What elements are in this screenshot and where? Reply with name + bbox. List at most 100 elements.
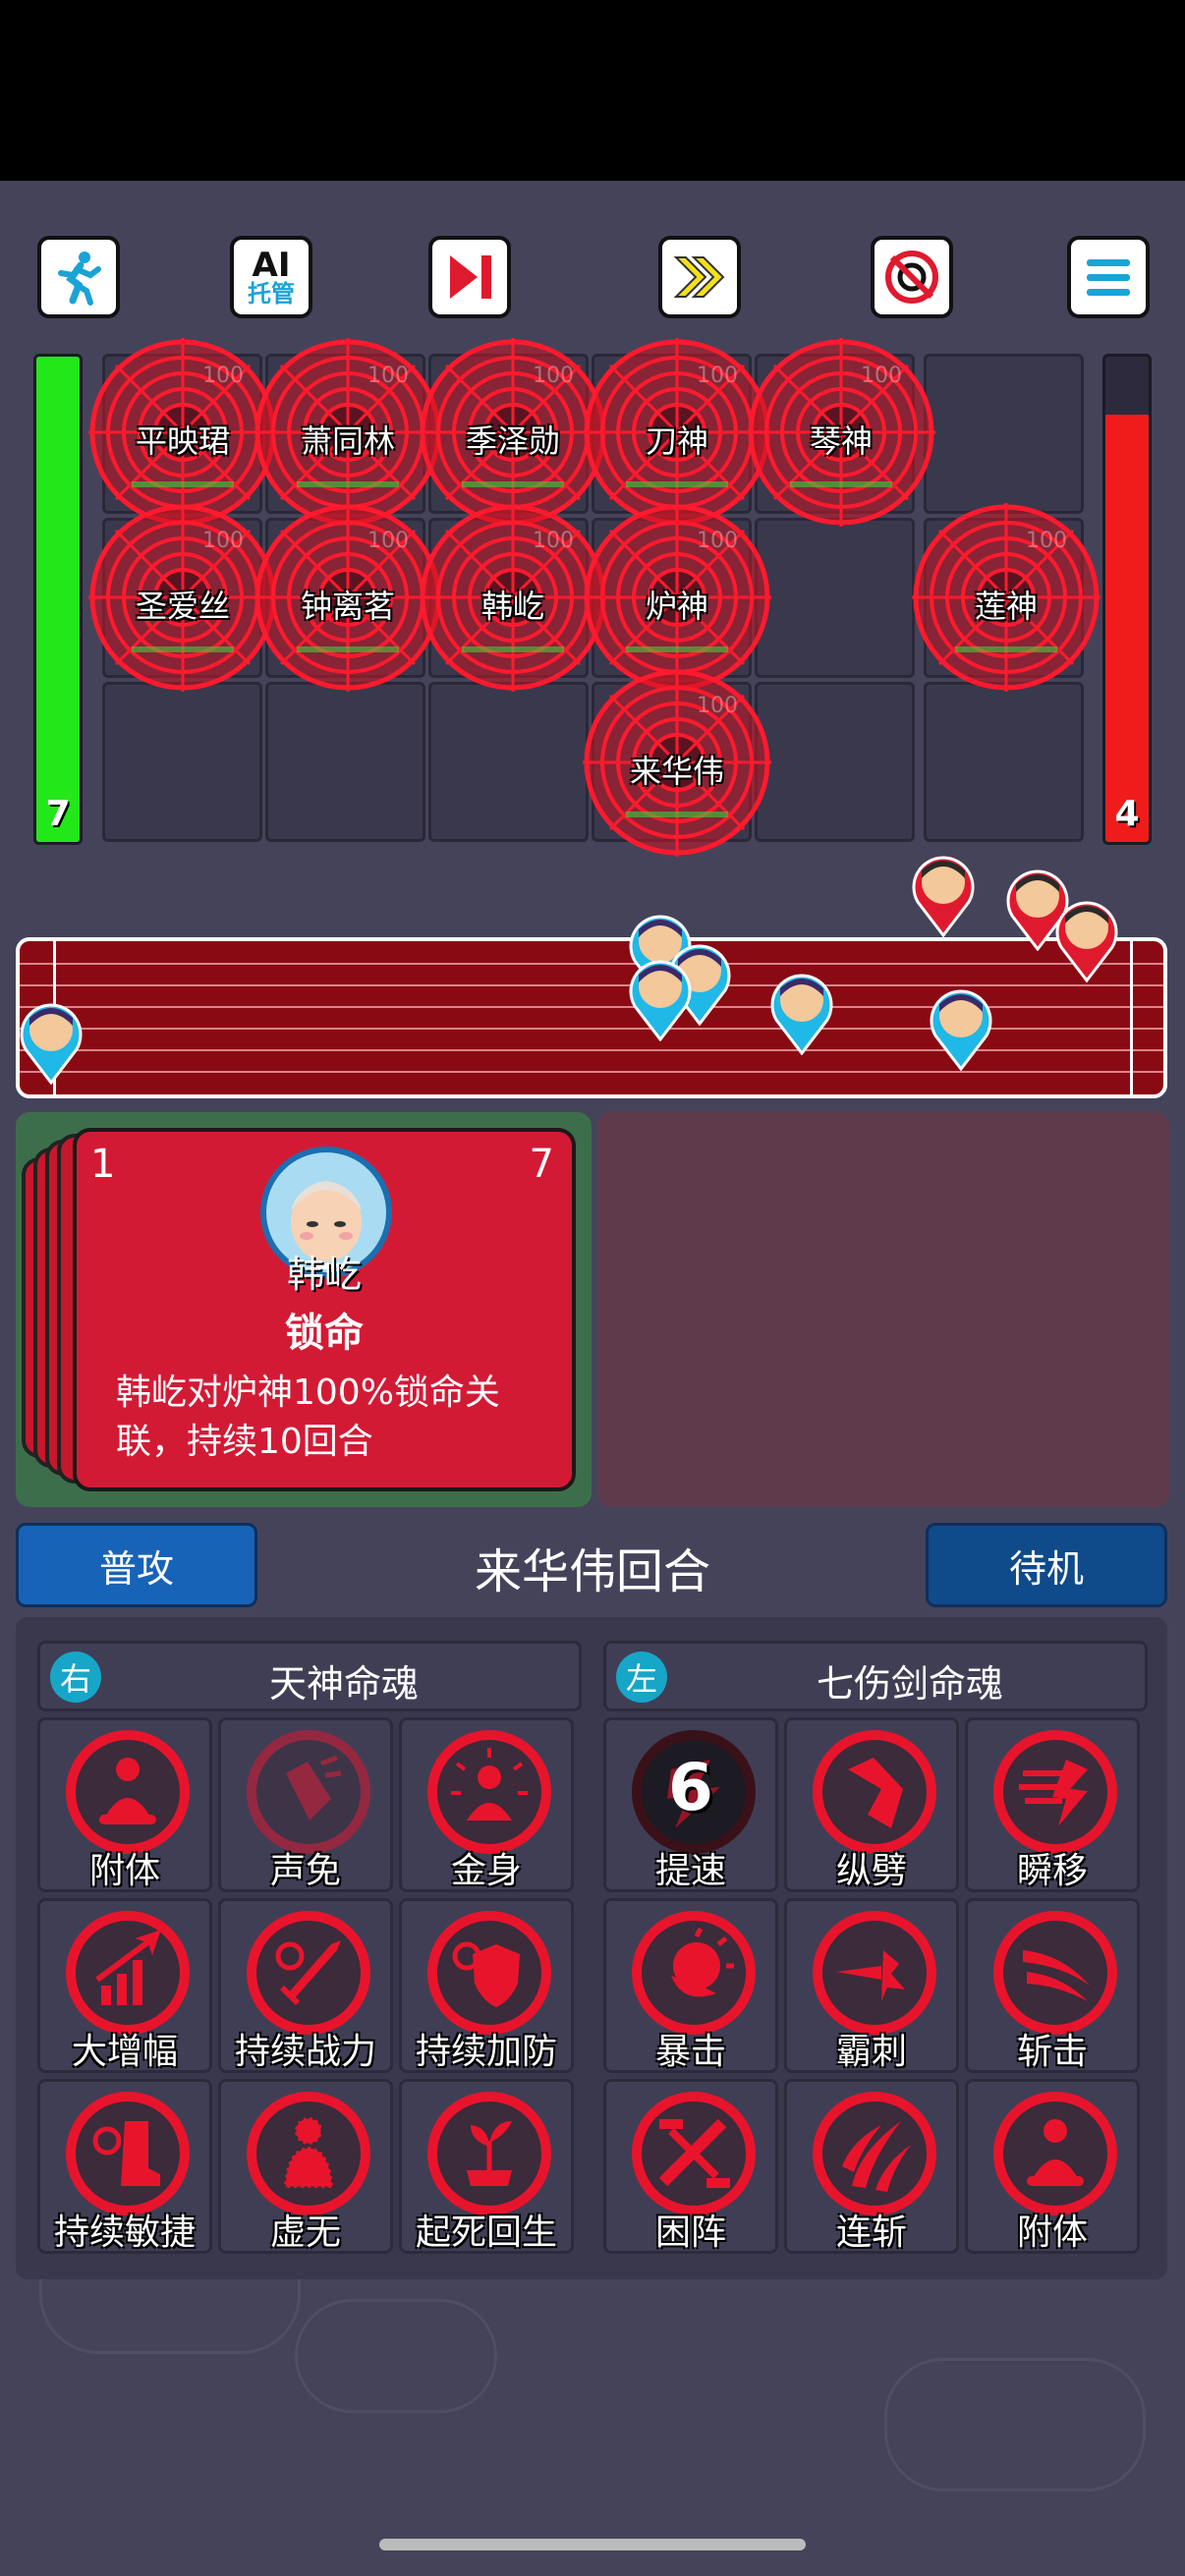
card-skill-name: 锁命 — [285, 1311, 364, 1356]
grid-cell[interactable] — [265, 682, 425, 842]
unit-hp: 100 — [202, 364, 244, 388]
normal-attack-button[interactable]: 普攻 — [16, 1523, 257, 1607]
skill-label: 纵劈 — [835, 1851, 907, 1891]
status-bar-area — [0, 0, 1185, 181]
left-energy-value: 7 — [45, 794, 71, 834]
skill-critical[interactable]: 暴击 — [603, 1898, 778, 2073]
ally-turn-marker[interactable] — [766, 969, 837, 1055]
unit-hp: 100 — [367, 529, 409, 553]
skill-card[interactable]: 1 7 韩屹 锁命 韩屹对炉神100%锁命关 联，持续10回合 — [73, 1128, 576, 1491]
running-man-icon — [58, 252, 101, 306]
skill-amplify[interactable]: 大增幅 — [37, 1898, 212, 2073]
ally-turn-marker[interactable] — [625, 955, 696, 1041]
teleport-icon — [993, 1730, 1117, 1854]
skip-turn-button[interactable] — [428, 236, 511, 318]
unit-hp: 100 — [861, 364, 902, 388]
meditate-icon — [66, 1730, 190, 1854]
home-indicator[interactable] — [379, 2539, 806, 2550]
card-description-line2: 联，持续10回合 — [116, 1422, 373, 1462]
skill-label: 附体 — [1016, 2212, 1088, 2253]
unit-hp: 100 — [533, 364, 574, 388]
ally-turn-marker[interactable] — [16, 998, 86, 1085]
grid-cell[interactable] — [755, 518, 915, 678]
skill-attach-2[interactable]: 附体 — [965, 2079, 1140, 2254]
enemy-turn-marker[interactable] — [1051, 896, 1122, 982]
skill-attach[interactable]: 附体 — [37, 1717, 212, 1892]
enemy-turn-marker[interactable] — [908, 851, 979, 937]
skill-label: 连斩 — [835, 2212, 907, 2253]
skill-sustained-defense[interactable]: 持续加防 — [399, 1898, 574, 2073]
escape-button[interactable] — [37, 236, 120, 318]
sound-immune-icon — [247, 1730, 370, 1854]
skill-vertical-slash[interactable]: 纵劈 — [784, 1717, 959, 1892]
unit-hp: 100 — [367, 364, 409, 388]
skill-label: 金身 — [450, 1851, 522, 1891]
skill-golden-body[interactable]: 金身 — [399, 1717, 574, 1892]
skill-revive[interactable]: 起死回生 — [399, 2079, 574, 2254]
wait-button[interactable]: 待机 — [926, 1523, 1167, 1607]
boot-refresh-icon — [66, 2092, 190, 2215]
card-count: 7 — [529, 1142, 554, 1187]
shield-refresh-icon — [427, 1911, 551, 2035]
current-turn-title: 来华伟回合 — [474, 1544, 710, 1599]
unit-name: 炉神 — [645, 588, 708, 625]
skill-speed-up[interactable]: 6 提速 — [603, 1717, 778, 1892]
skill-label: 困阵 — [654, 2212, 726, 2253]
skill-combo-slash[interactable]: 连斩 — [784, 2079, 959, 2254]
fast-forward-icon — [673, 256, 725, 298]
skill-thrust[interactable]: 霸刺 — [784, 1898, 959, 2073]
amplify-icon — [66, 1911, 190, 2035]
unit-token[interactable]: 100 莲神 — [908, 499, 1104, 696]
skill-trap[interactable]: 困阵 — [603, 2079, 778, 2254]
ai-label: AI — [252, 246, 291, 285]
grid-cell[interactable] — [755, 682, 915, 842]
unit-token[interactable]: 100 来华伟 — [579, 664, 775, 861]
skill-slash[interactable]: 斩击 — [965, 1898, 1140, 2073]
void-figure-icon — [247, 2092, 370, 2215]
background-cloud — [884, 2358, 1146, 2492]
left-soul-header[interactable]: 左 七伤剑命魂 — [603, 1641, 1148, 1711]
grid-cell[interactable] — [102, 682, 262, 842]
skill-label: 持续敏捷 — [53, 2212, 196, 2253]
revive-sprout-icon — [427, 2092, 551, 2215]
left-energy-fill — [36, 357, 80, 842]
unit-name: 莲神 — [974, 588, 1038, 625]
grid-cell[interactable] — [924, 682, 1084, 842]
critical-hit-icon — [632, 1911, 756, 2035]
left-team-energy-bar: 7 — [33, 354, 83, 845]
skill-label: 大增幅 — [71, 2032, 178, 2072]
enemy-card-zone — [597, 1112, 1169, 1507]
left-hand-badge: 左 — [616, 1652, 667, 1703]
fast-forward-button[interactable] — [658, 236, 741, 318]
skill-label: 暴击 — [654, 2032, 726, 2072]
skill-void[interactable]: 虚无 — [218, 2079, 393, 2254]
unit-hp: 100 — [202, 529, 244, 553]
ai-auto-button[interactable]: AI 托管 — [230, 236, 312, 318]
menu-button[interactable] — [1067, 236, 1150, 318]
grid-cell[interactable] — [924, 354, 1084, 514]
skill-label: 持续战力 — [234, 2032, 376, 2072]
target-off-icon — [885, 251, 938, 304]
skill-label: 起死回生 — [415, 2212, 557, 2253]
skill-sound-immune[interactable]: 声免 — [218, 1717, 393, 1892]
skill-sustained-agility[interactable]: 持续敏捷 — [37, 2079, 212, 2254]
track-line — [20, 1071, 1163, 1073]
skill-label: 附体 — [88, 1851, 160, 1891]
skill-sustained-power[interactable]: 持续战力 — [218, 1898, 393, 2073]
skip-icon — [450, 255, 491, 299]
slash-icon — [993, 1911, 1117, 2035]
right-energy-value: 4 — [1114, 794, 1140, 834]
right-soul-name: 天神命魂 — [268, 1662, 419, 1706]
skill-teleport[interactable]: 瞬移 — [965, 1717, 1140, 1892]
skill-label: 霸刺 — [835, 2032, 907, 2072]
skill-label: 声免 — [269, 1851, 341, 1891]
unit-name: 来华伟 — [629, 753, 724, 790]
unit-name: 琴神 — [809, 422, 873, 460]
ally-turn-marker[interactable] — [926, 984, 996, 1071]
left-soul-name: 七伤剑命魂 — [816, 1662, 1003, 1706]
no-target-button[interactable] — [871, 236, 953, 318]
auto-label: 托管 — [248, 280, 295, 308]
vertical-slash-icon — [813, 1730, 936, 1854]
grid-cell[interactable] — [428, 682, 589, 842]
right-soul-header[interactable]: 右 天神命魂 — [37, 1641, 582, 1711]
